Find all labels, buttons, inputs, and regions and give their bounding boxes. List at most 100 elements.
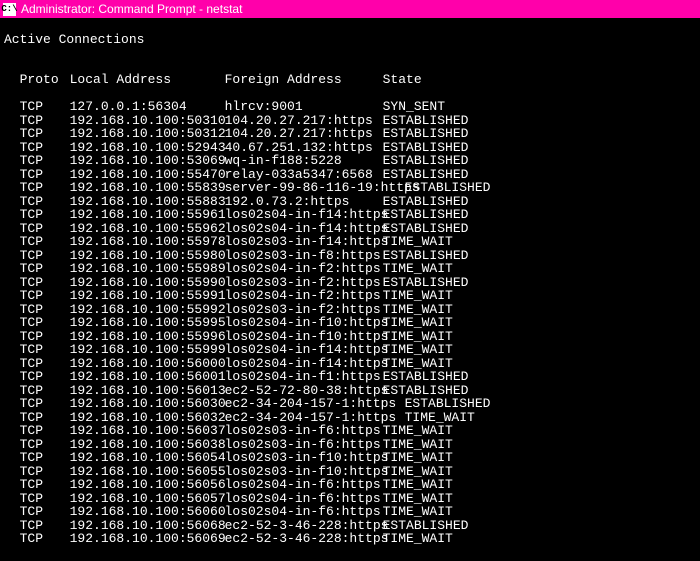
cell-local: 192.168.10.100:55989 [70, 262, 225, 275]
connection-row: TCP192.168.10.100:55990los02s03-in-f2:ht… [4, 276, 696, 290]
cell-state: TIME_WAIT [383, 343, 453, 356]
cell-local: 192.168.10.100:52943 [70, 141, 225, 154]
cell-state: TIME_WAIT [383, 505, 453, 518]
cell-foreign: los02s03-in-f8:https [225, 249, 383, 262]
cell-proto: TCP [20, 438, 70, 451]
header-proto: Proto [20, 73, 70, 86]
cell-proto: TCP [20, 532, 70, 545]
cell-foreign: 192.0.73.2:https [225, 195, 383, 208]
cell-proto: TCP [20, 424, 70, 437]
rows-container: TCP127.0.0.1:56304hlrcv:9001SYN_SENT TCP… [4, 100, 696, 546]
cell-foreign: los02s04-in-f2:https [225, 262, 383, 275]
cell-local: 192.168.10.100:56001 [70, 370, 225, 383]
column-headers: ProtoLocal AddressForeign AddressState [4, 73, 696, 87]
terminal-output[interactable]: Active Connections ProtoLocal AddressFor… [0, 18, 700, 561]
connection-row: TCP192.168.10.100:55962los02s04-in-f14:h… [4, 222, 696, 236]
cell-proto: TCP [20, 249, 70, 262]
connection-row: TCP192.168.10.100:55883192.0.73.2:httpsE… [4, 195, 696, 209]
cell-foreign: los02s04-in-f6:https [225, 505, 383, 518]
cell-state: TIME_WAIT [383, 357, 453, 370]
connection-row: TCP192.168.10.100:55989los02s04-in-f2:ht… [4, 262, 696, 276]
connection-row: TCP192.168.10.100:55996los02s04-in-f10:h… [4, 330, 696, 344]
connection-row: TCP192.168.10.100:55991los02s04-in-f2:ht… [4, 289, 696, 303]
connection-row: TCP192.168.10.100:56000los02s04-in-f14:h… [4, 357, 696, 371]
cell-state: TIME_WAIT [383, 465, 453, 478]
cell-state: TIME_WAIT [383, 289, 453, 302]
cell-proto: TCP [20, 384, 70, 397]
cell-foreign: wq-in-f188:5228 [225, 154, 383, 167]
cell-proto: TCP [20, 222, 70, 235]
cell-state: ESTABLISHED [383, 154, 469, 167]
cell-local: 192.168.10.100:50312 [70, 127, 225, 140]
cell-state: TIME_WAIT [383, 330, 453, 343]
cell-state: TIME_WAIT [383, 492, 453, 505]
cell-state: ESTABLISHED [383, 208, 469, 221]
connection-row: TCP192.168.10.100:50312104.20.27.217:htt… [4, 127, 696, 141]
cell-proto: TCP [20, 343, 70, 356]
cell-local: 192.168.10.100:55995 [70, 316, 225, 329]
cell-local: 192.168.10.100:56000 [70, 357, 225, 370]
connection-row: TCP192.168.10.100:55980los02s03-in-f8:ht… [4, 249, 696, 263]
cell-foreign: ec2-52-72-80-38:https [225, 384, 383, 397]
cell-state: ESTABLISHED [383, 384, 469, 397]
cell-local: 192.168.10.100:56032 [70, 411, 225, 424]
cell-local: 192.168.10.100:56054 [70, 451, 225, 464]
cell-foreign: hlrcv:9001 [225, 100, 383, 113]
cell-state: TIME_WAIT [383, 438, 453, 451]
connection-row: TCP192.168.10.100:55999los02s04-in-f14:h… [4, 343, 696, 357]
cell-foreign: relay-033a5347:6568 [225, 168, 383, 181]
cell-foreign: los02s04-in-f10:https [225, 316, 383, 329]
cell-local: 192.168.10.100:55978 [70, 235, 225, 248]
cell-proto: TCP [20, 127, 70, 140]
cell-foreign: ec2-52-3-46-228:https [225, 532, 383, 545]
cmd-icon: C:\ [3, 3, 16, 16]
cell-local: 192.168.10.100:55991 [70, 289, 225, 302]
cell-proto: TCP [20, 316, 70, 329]
cell-foreign: 104.20.27.217:https [225, 114, 383, 127]
cell-local: 192.168.10.100:55470 [70, 168, 225, 181]
cell-proto: TCP [20, 519, 70, 532]
cell-foreign: los02s04-in-f14:https [225, 357, 383, 370]
window-title: Administrator: Command Prompt - netstat [21, 2, 242, 16]
cell-foreign: los02s03-in-f14:https [225, 235, 383, 248]
cell-local: 192.168.10.100:50310 [70, 114, 225, 127]
connection-row: TCP192.168.10.100:56068ec2-52-3-46-228:h… [4, 519, 696, 533]
cell-state: ESTABLISHED [383, 141, 469, 154]
connection-row: TCP192.168.10.100:55992los02s03-in-f2:ht… [4, 303, 696, 317]
connection-row: TCP192.168.10.100:56054los02s03-in-f10:h… [4, 451, 696, 465]
connection-row: TCP192.168.10.100:56001los02s04-in-f1:ht… [4, 370, 696, 384]
cell-proto: TCP [20, 370, 70, 383]
connection-row: TCP192.168.10.100:55978los02s03-in-f14:h… [4, 235, 696, 249]
cell-foreign: los02s03-in-f10:https [225, 465, 383, 478]
cell-foreign: los02s03-in-f10:https [225, 451, 383, 464]
cell-foreign: ec2-52-3-46-228:https [225, 519, 383, 532]
cell-foreign: server-99-86-116-19:https [225, 181, 405, 194]
cell-state: ESTABLISHED [383, 519, 469, 532]
cell-foreign: los02s03-in-f6:https [225, 438, 383, 451]
cell-state: ESTABLISHED [383, 249, 469, 262]
connection-row: TCP192.168.10.100:55470relay-033a5347:65… [4, 168, 696, 182]
cell-state: SYN_SENT [383, 100, 445, 113]
cell-proto: TCP [20, 168, 70, 181]
cell-foreign: los02s04-in-f14:https [225, 222, 383, 235]
cell-state: TIME_WAIT [383, 424, 453, 437]
cell-foreign: los02s04-in-f14:https [225, 208, 383, 221]
cell-foreign: los02s03-in-f2:https [225, 276, 383, 289]
cell-proto: TCP [20, 276, 70, 289]
cell-proto: TCP [20, 505, 70, 518]
cell-foreign: los02s03-in-f2:https [225, 303, 383, 316]
cell-local: 192.168.10.100:56056 [70, 478, 225, 491]
cell-foreign: los02s04-in-f14:https [225, 343, 383, 356]
cell-local: 192.168.10.100:56038 [70, 438, 225, 451]
cell-proto: TCP [20, 181, 70, 194]
cell-local: 192.168.10.100:55839 [70, 181, 225, 194]
cell-proto: TCP [20, 492, 70, 505]
cell-local: 192.168.10.100:56069 [70, 532, 225, 545]
cell-proto: TCP [20, 478, 70, 491]
cell-foreign: los02s04-in-f1:https [225, 370, 383, 383]
cell-proto: TCP [20, 114, 70, 127]
connection-row: TCP192.168.10.100:5294340.67.251.132:htt… [4, 141, 696, 155]
cell-foreign: los02s04-in-f10:https [225, 330, 383, 343]
cell-local: 192.168.10.100:56037 [70, 424, 225, 437]
titlebar[interactable]: C:\ Administrator: Command Prompt - nets… [0, 0, 700, 18]
